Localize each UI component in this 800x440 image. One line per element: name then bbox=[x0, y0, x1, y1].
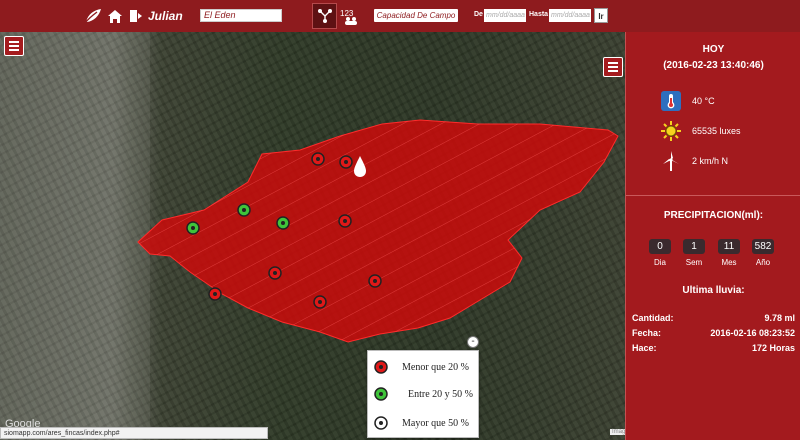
layers-menu-button[interactable] bbox=[603, 57, 623, 77]
rain-week-label: Sem bbox=[685, 258, 703, 267]
logout-icon[interactable] bbox=[127, 7, 145, 25]
rain-day-label: Dia bbox=[653, 258, 666, 267]
legend-item: Entre 20 y 50 % bbox=[374, 387, 473, 401]
rain-month-value: 11 bbox=[718, 239, 740, 254]
rain-day: 0 Dia bbox=[649, 239, 671, 267]
today-datetime: (2016-02-23 13:40:46) bbox=[663, 60, 764, 71]
legend-label: Menor que 20 % bbox=[402, 361, 469, 373]
username[interactable]: Julian bbox=[148, 9, 183, 23]
legend-collapse-button[interactable]: - bbox=[467, 336, 479, 348]
top-bar: Julian El Eden 123 Capacidad De Campo De… bbox=[0, 0, 800, 32]
light-row: 65535 luxes bbox=[660, 120, 741, 142]
panel-divider bbox=[626, 195, 800, 196]
ranking-view-button[interactable]: 123 bbox=[336, 3, 361, 29]
to-date-input[interactable]: mm/dd/aaaa bbox=[549, 9, 591, 22]
legend-item: Menor que 20 % bbox=[374, 360, 469, 374]
sensor-marker[interactable] bbox=[339, 155, 353, 169]
today-title: HOY bbox=[702, 44, 725, 55]
white-marker-icon bbox=[374, 416, 388, 430]
ranking-icon: 123 bbox=[340, 9, 357, 25]
go-button[interactable]: Ir bbox=[594, 8, 608, 23]
browser-status-url: siomapp.com/ares_fincas/index.php# bbox=[0, 427, 268, 439]
rain-month-label: Mes bbox=[721, 258, 737, 267]
wind-turbine-icon bbox=[660, 150, 682, 172]
sensor-marker[interactable] bbox=[311, 152, 325, 166]
svg-text:123: 123 bbox=[340, 9, 354, 18]
sensor-marker[interactable] bbox=[276, 216, 290, 230]
last-rain-title: Ultima lluvia: bbox=[682, 285, 745, 296]
sensor-marker[interactable] bbox=[338, 214, 352, 228]
last-rain-amount-row: Cantidad: 9.78 ml bbox=[632, 313, 795, 323]
sun-icon bbox=[660, 120, 682, 142]
last-rain-date-row: Fecha: 2016-02-16 08:23:52 bbox=[632, 328, 795, 338]
moisture-legend: Menor que 20 % Entre 20 y 50 % Mayor que… bbox=[367, 350, 479, 438]
map-menu-button[interactable] bbox=[4, 36, 24, 56]
precipitation-title: PRECIPITACION(ml): bbox=[663, 210, 764, 221]
last-rain-ago-label: Hace: bbox=[632, 343, 657, 353]
sensor-marker[interactable] bbox=[186, 221, 200, 235]
rain-week-value: 1 bbox=[683, 239, 705, 254]
rain-month: 11 Mes bbox=[718, 239, 740, 267]
temperature-row: 40 °C bbox=[660, 90, 715, 112]
last-rain-date-label: Fecha: bbox=[632, 328, 662, 338]
wind-value: 2 km/h N bbox=[692, 156, 729, 166]
last-rain-ago-row: Hace: 172 Horas bbox=[632, 343, 795, 353]
red-marker-icon bbox=[374, 360, 388, 374]
thermometer-icon bbox=[660, 90, 682, 112]
field-capacity-button[interactable]: Capacidad De Campo bbox=[374, 9, 458, 22]
from-date-input[interactable]: mm/dd/aaaa bbox=[484, 9, 526, 22]
last-rain-ago-value: 172 Horas bbox=[751, 343, 795, 353]
weather-panel: HOY (2016-02-23 13:40:46) 40 °C 65535 lu… bbox=[625, 32, 800, 440]
sensor-marker[interactable] bbox=[268, 266, 282, 280]
green-marker-icon bbox=[374, 387, 388, 401]
sensor-marker[interactable] bbox=[313, 295, 327, 309]
rain-year-label: Año bbox=[755, 258, 771, 267]
last-rain-date-value: 2016-02-16 08:23:52 bbox=[710, 328, 795, 338]
legend-label: Entre 20 y 50 % bbox=[408, 388, 473, 400]
legend-label: Mayor que 50 % bbox=[402, 417, 469, 429]
network-view-button[interactable] bbox=[312, 3, 337, 29]
home-icon[interactable] bbox=[106, 7, 124, 25]
rain-day-value: 0 bbox=[649, 239, 671, 254]
farm-name-field[interactable]: El Eden bbox=[200, 9, 282, 22]
map-area[interactable] bbox=[0, 32, 625, 440]
rain-year-value: 582 bbox=[752, 239, 774, 254]
from-label: De bbox=[474, 11, 483, 18]
field-overlay bbox=[0, 32, 619, 440]
sensor-marker[interactable] bbox=[368, 274, 382, 288]
last-rain-amount-label: Cantidad: bbox=[632, 313, 674, 323]
bare-land-area bbox=[0, 32, 150, 440]
wind-row: 2 km/h N bbox=[660, 150, 728, 172]
leaf-icon[interactable] bbox=[84, 7, 102, 25]
last-rain-amount-value: 9.78 ml bbox=[764, 313, 795, 323]
field-rows bbox=[138, 120, 618, 342]
light-value: 65535 luxes bbox=[692, 126, 741, 136]
rain-week: 1 Sem bbox=[683, 239, 705, 267]
sensor-marker[interactable] bbox=[237, 203, 251, 217]
temperature-value: 40 °C bbox=[692, 96, 715, 106]
legend-item: Mayor que 50 % bbox=[374, 416, 469, 430]
to-label: Hasta bbox=[529, 11, 549, 18]
sensor-marker[interactable] bbox=[208, 287, 222, 301]
network-icon bbox=[317, 9, 332, 23]
rain-year: 582 Año bbox=[752, 239, 774, 267]
